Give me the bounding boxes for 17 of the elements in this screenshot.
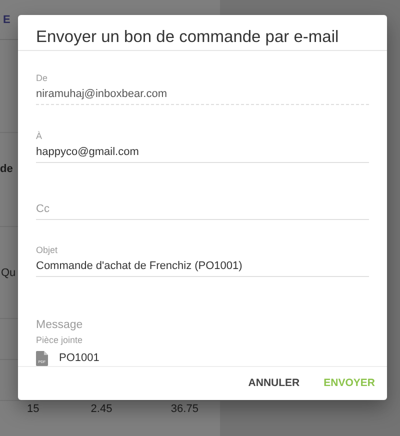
field-label: Objet [36,244,59,255]
table-cell-text: 36.75 [170,403,200,415]
column-header: Qu [1,266,16,278]
attachment-label: Pièce jointe [36,334,84,345]
dialog-title: Envoyer un bon de commande par e-mail [18,15,387,51]
attachment-name[interactable]: PO1001 [59,352,100,364]
field-label: À [36,130,44,141]
text-field[interactable]: happyco@gmail.com [36,146,369,158]
cancel-button[interactable]: ANNULER [248,373,300,394]
table-cell-text: 15 [27,403,40,415]
row-label: de [0,163,13,175]
text-field[interactable]: Commande d'achat de Frenchiz (PO1001) [36,260,369,272]
field-label: De [36,72,49,83]
column-header: E [3,14,10,26]
message-field[interactable]: Message [36,318,369,334]
text-field[interactable]: Cc [36,202,369,215]
table-cell-text: 2.45 [90,403,114,415]
